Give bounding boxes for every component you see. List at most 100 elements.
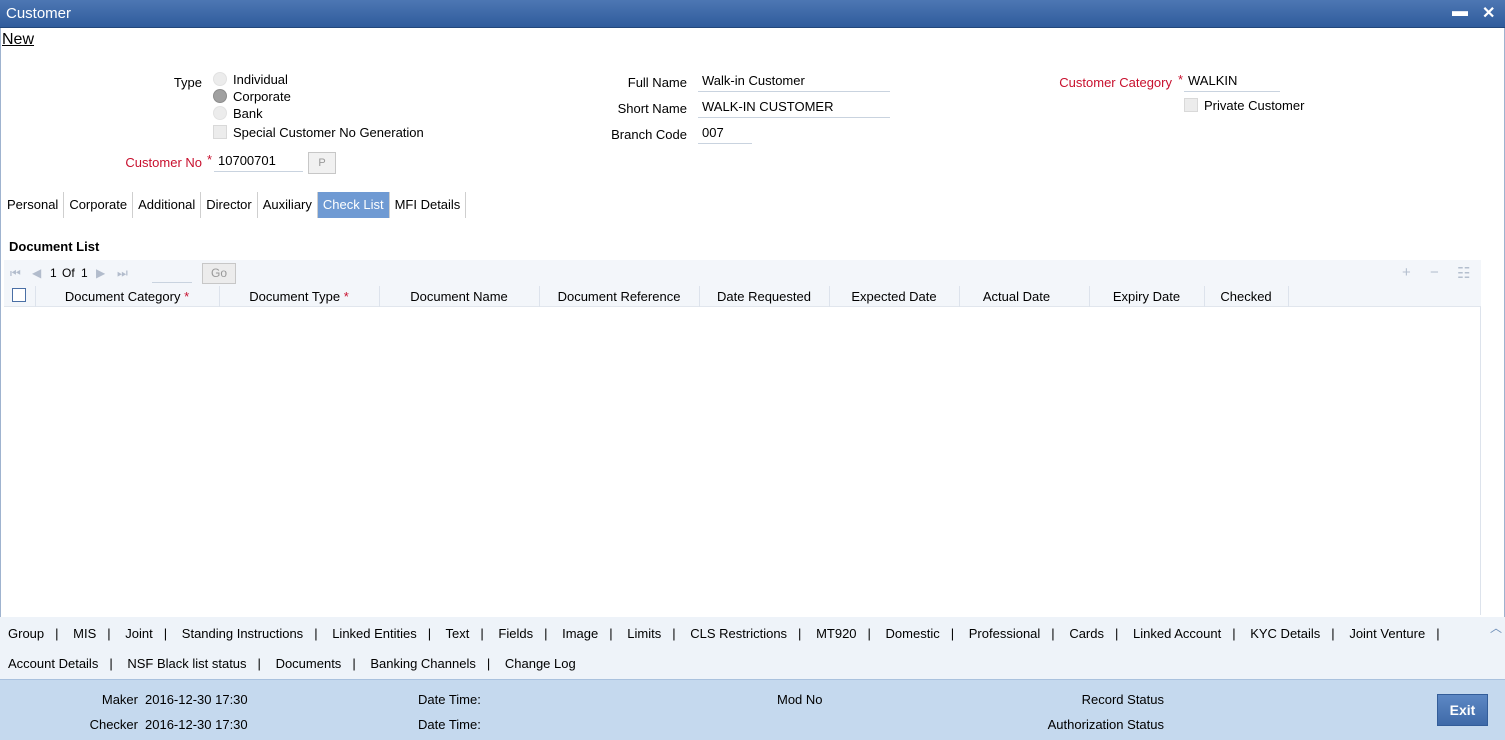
checker-label: Checker — [89, 717, 138, 732]
tab-check-list[interactable]: Check List — [317, 192, 390, 218]
p-button[interactable]: P — [308, 152, 336, 174]
page-number-input[interactable] — [152, 264, 192, 283]
required-mark: * — [206, 152, 212, 167]
document-grid-body — [4, 307, 1481, 615]
link-mt920[interactable]: MT920 — [816, 626, 856, 641]
link-change-log[interactable]: Change Log — [505, 656, 576, 671]
link-joint-venture[interactable]: Joint Venture — [1349, 626, 1425, 641]
first-page-icon[interactable]: ⏮ — [10, 266, 21, 281]
mod-no-label: Mod No — [777, 692, 823, 707]
page-of: Of — [62, 266, 75, 280]
scroll-up-icon[interactable]: ︿ — [1490, 619, 1502, 636]
full-name-label: Full Name — [627, 75, 687, 90]
maker-date-time-label: Date Time: — [418, 692, 481, 707]
tab-personal[interactable]: Personal — [2, 192, 65, 218]
next-page-icon[interactable]: ▶ — [96, 266, 105, 280]
link-nsf-black-list-status[interactable]: NSF Black list status — [127, 656, 246, 671]
link-documents[interactable]: Documents — [276, 656, 342, 671]
col-document-category[interactable]: Document Category * — [35, 289, 219, 304]
link-limits[interactable]: Limits — [627, 626, 661, 641]
tab-bar: Personal Corporate Additional Director A… — [2, 192, 467, 218]
customer-no-input[interactable]: 10700701 — [214, 152, 303, 172]
special-customer-no-checkbox[interactable] — [213, 125, 227, 139]
private-customer-checkbox[interactable] — [1184, 98, 1198, 112]
footer-links-row-2: Account Details | NSF Black list status | … — [8, 656, 576, 671]
branch-code-input[interactable]: 007 — [698, 124, 752, 144]
col-actual-date[interactable]: Actual Date — [959, 289, 1074, 304]
private-customer-label: Private Customer — [1204, 98, 1305, 113]
link-text[interactable]: Text — [446, 626, 470, 641]
link-linked-account[interactable]: Linked Account — [1133, 626, 1221, 641]
tab-mfi-details[interactable]: MFI Details — [390, 192, 467, 218]
new-link[interactable]: New — [2, 31, 34, 49]
single-view-icon[interactable]: ☷ — [1457, 264, 1470, 282]
link-mis[interactable]: MIS — [73, 626, 96, 641]
link-fields[interactable]: Fields — [498, 626, 533, 641]
last-page-icon[interactable]: ⏭ — [117, 266, 128, 281]
special-customer-no-checkbox-row[interactable]: Special Customer No Generation — [213, 125, 424, 142]
record-status-label: Record Status — [1081, 692, 1164, 707]
footer-links-row-1: Group | MIS | Joint | Standing Instructions… — [8, 626, 1440, 641]
link-account-details[interactable]: Account Details — [8, 656, 98, 671]
checker-date-time-label: Date Time: — [418, 717, 481, 732]
type-option-individual[interactable]: Individual — [213, 72, 288, 89]
radio-bank[interactable] — [213, 106, 227, 120]
type-label: Type — [173, 75, 202, 90]
type-option-label: Individual — [233, 72, 288, 87]
exit-button[interactable]: Exit — [1437, 694, 1488, 726]
tab-additional[interactable]: Additional — [133, 192, 202, 218]
col-date-requested[interactable]: Date Requested — [699, 289, 829, 304]
tab-auxiliary[interactable]: Auxiliary — [258, 192, 318, 218]
go-button[interactable]: Go — [202, 263, 236, 284]
type-option-label: Bank — [233, 106, 263, 121]
short-name-label: Short Name — [617, 101, 687, 116]
audit-status-bar: Maker 2016-12-30 17:30 Checker 2016-12-3… — [0, 679, 1505, 740]
col-document-name[interactable]: Document Name — [379, 289, 539, 304]
close-icon[interactable]: ✕ — [1482, 3, 1495, 23]
pager-bar: ⏮ ◀ 1 Of 1 ▶ ⏭ Go + − ☷ — [4, 260, 1481, 286]
link-professional[interactable]: Professional — [969, 626, 1041, 641]
maker-value: 2016-12-30 17:30 — [145, 692, 248, 707]
tab-director[interactable]: Director — [201, 192, 258, 218]
col-document-reference[interactable]: Document Reference — [539, 289, 699, 304]
link-cls-restrictions[interactable]: CLS Restrictions — [690, 626, 787, 641]
link-image[interactable]: Image — [562, 626, 598, 641]
link-joint[interactable]: Joint — [125, 626, 152, 641]
maker-label: Maker — [101, 692, 138, 707]
col-expected-date[interactable]: Expected Date — [829, 289, 959, 304]
radio-corporate[interactable] — [213, 89, 227, 103]
full-name-input[interactable]: Walk-in Customer — [698, 72, 890, 92]
minimize-icon[interactable]: ▬ — [1452, 3, 1468, 21]
select-all-checkbox[interactable] — [12, 288, 26, 302]
prev-page-icon[interactable]: ◀ — [32, 266, 41, 280]
type-option-corporate[interactable]: Corporate — [213, 89, 291, 106]
col-expiry-date[interactable]: Expiry Date — [1089, 289, 1204, 304]
col-document-type[interactable]: Document Type * — [219, 289, 379, 304]
link-linked-entities[interactable]: Linked Entities — [332, 626, 417, 641]
private-customer-checkbox-row[interactable]: Private Customer — [1184, 98, 1304, 115]
col-checked[interactable]: Checked — [1204, 289, 1288, 304]
link-cards[interactable]: Cards — [1069, 626, 1104, 641]
radio-individual[interactable] — [213, 72, 227, 86]
link-banking-channels[interactable]: Banking Channels — [370, 656, 476, 671]
window-titlebar: Customer ▬ ✕ — [0, 0, 1505, 28]
current-page: 1 — [50, 266, 57, 280]
link-domestic[interactable]: Domestic — [886, 626, 940, 641]
window-title: Customer — [6, 5, 72, 22]
customer-no-label: Customer No — [125, 155, 202, 170]
link-standing-instructions[interactable]: Standing Instructions — [182, 626, 303, 641]
delete-row-icon[interactable]: − — [1430, 264, 1439, 281]
tab-corporate[interactable]: Corporate — [64, 192, 134, 218]
branch-code-label: Branch Code — [611, 127, 687, 142]
checker-value: 2016-12-30 17:30 — [145, 717, 248, 732]
column-divider — [1288, 286, 1289, 307]
short-name-input[interactable]: WALK-IN CUSTOMER — [698, 98, 890, 118]
type-option-bank[interactable]: Bank — [213, 106, 263, 123]
link-kyc-details[interactable]: KYC Details — [1250, 626, 1320, 641]
customer-category-input[interactable]: WALKIN — [1184, 72, 1280, 92]
type-option-label: Corporate — [233, 89, 291, 104]
required-mark: * — [1177, 72, 1183, 87]
special-customer-no-label: Special Customer No Generation — [233, 125, 424, 140]
add-row-icon[interactable]: + — [1402, 264, 1411, 281]
link-group[interactable]: Group — [8, 626, 44, 641]
